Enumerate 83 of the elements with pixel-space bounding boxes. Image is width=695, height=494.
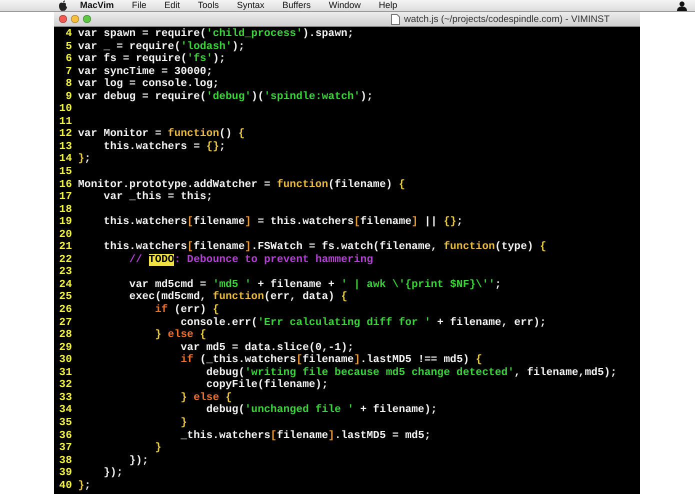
menu-item[interactable]: Buffers [282, 0, 311, 11]
code-line: var _ = require('lodash'); [78, 40, 245, 53]
line-number: 25 [58, 291, 72, 304]
code-line: var spawn = require('child_process').spawn; [78, 28, 354, 41]
line-number: 35 [58, 416, 72, 430]
line-number: 6 [64, 53, 72, 66]
line-number: 14 [58, 153, 72, 166]
menu-item[interactable]: Window [328, 0, 361, 11]
line-number: 31 [58, 366, 72, 380]
line-number: 36 [58, 430, 72, 442]
line-number: 9 [64, 90, 72, 104]
menu-item[interactable]: File [132, 0, 146, 11]
code-line: }); [102, 467, 123, 480]
user-icon[interactable] [677, 0, 687, 10]
code-line: } [180, 416, 188, 430]
line-number: 17 [58, 191, 72, 204]
line-number: 28 [58, 329, 72, 342]
code-line: _this.watchers[filename].lastMD5 = md5; [180, 430, 431, 442]
code-line: // TODO: Debounce to prevent hammering [128, 254, 374, 266]
line-number: 29 [58, 342, 72, 354]
code-line: Monitor.prototype.addWatcher = function(filename) { [78, 178, 406, 191]
menu-item[interactable]: Help [378, 0, 398, 11]
line-number: 38 [58, 454, 72, 468]
close-button[interactable] [59, 15, 67, 23]
code-line: copyFile(filename); [205, 379, 328, 392]
menu-item[interactable]: Edit [164, 0, 180, 11]
line-number: 15 [58, 166, 72, 179]
app-menu[interactable]: MacVim [80, 0, 114, 11]
code-line: } else { [154, 329, 206, 342]
code-line: var debug = require('debug')('spindle:watch'); [78, 90, 374, 104]
menu-item[interactable]: Syntax [236, 0, 264, 11]
code-line: if (_this.watchers[filename].lastMD5 !== md5) { [180, 354, 482, 367]
line-number: 16 [58, 178, 72, 192]
code-line: if (err) { [154, 304, 220, 317]
code-line: this.watchers[filename].FSWatch = fs.watch(filename, function(type) { [102, 241, 546, 254]
code-line: debug('unchanged file ' + filename); [205, 404, 438, 417]
line-number: 24 [58, 278, 72, 292]
code-line: var syncTime = 30000; [78, 66, 213, 78]
code-line: var md5cmd = 'md5 ' + filename + ' | awk \'{print $NF}\''; [128, 278, 502, 291]
line-number: 33 [58, 392, 72, 404]
line-number: 21 [58, 241, 72, 254]
code-line: var fs = require('fs'); [78, 53, 226, 66]
code-line: exec(md5cmd, function(err, data) { [128, 291, 348, 304]
line-number: 11 [58, 116, 72, 128]
code-line: } else { [180, 392, 232, 404]
code-line: debug('writing file because md5 change detected', filename,md5); [205, 366, 617, 379]
line-number: 30 [58, 354, 72, 367]
code-line: var md5 = data.slice(0,-1); [180, 342, 354, 354]
line-number: 34 [58, 404, 72, 417]
code-line: var _this = this; [102, 191, 213, 204]
line-number: 8 [64, 78, 72, 91]
line-number: 19 [58, 216, 72, 229]
window-title: watch.js (~/projects/codespindle.com) - VIMINST [404, 14, 610, 24]
code-line: var Monitor = function() { [78, 128, 245, 141]
code-line: this.watchers = {}; [102, 140, 226, 154]
line-number: 7 [64, 66, 72, 78]
line-number: 20 [58, 228, 72, 242]
code-line: }); [128, 454, 149, 468]
code-line: this.watchers[filename] = this.watchers[filename] || {}; [102, 216, 463, 229]
minimize-button[interactable] [71, 15, 79, 23]
line-number: 18 [58, 204, 72, 216]
code-line: } [154, 442, 162, 455]
line-number: 13 [58, 140, 72, 154]
line-number: 23 [58, 266, 72, 279]
code-line: }; [78, 153, 91, 166]
code-line: }; [78, 480, 91, 492]
code-line: console.err('Err calculating diff for ' + filename, err); [180, 316, 546, 329]
document-icon [391, 14, 400, 24]
line-number: 22 [58, 254, 72, 266]
line-number: 26 [58, 304, 72, 317]
menu-item[interactable]: Tools [198, 0, 219, 11]
line-number: 4 [64, 28, 72, 41]
code-line: var log = console.log; [78, 78, 220, 91]
line-number: 10 [58, 103, 72, 116]
line-number: 32 [58, 379, 72, 392]
line-number: 27 [58, 316, 72, 330]
line-number: 5 [64, 40, 72, 54]
apple-icon[interactable] [58, 0, 68, 11]
zoom-button[interactable] [83, 15, 91, 23]
line-number: 39 [58, 467, 72, 480]
line-number: 12 [58, 128, 72, 141]
line-number: 37 [58, 442, 72, 455]
line-number: 40 [58, 480, 72, 492]
